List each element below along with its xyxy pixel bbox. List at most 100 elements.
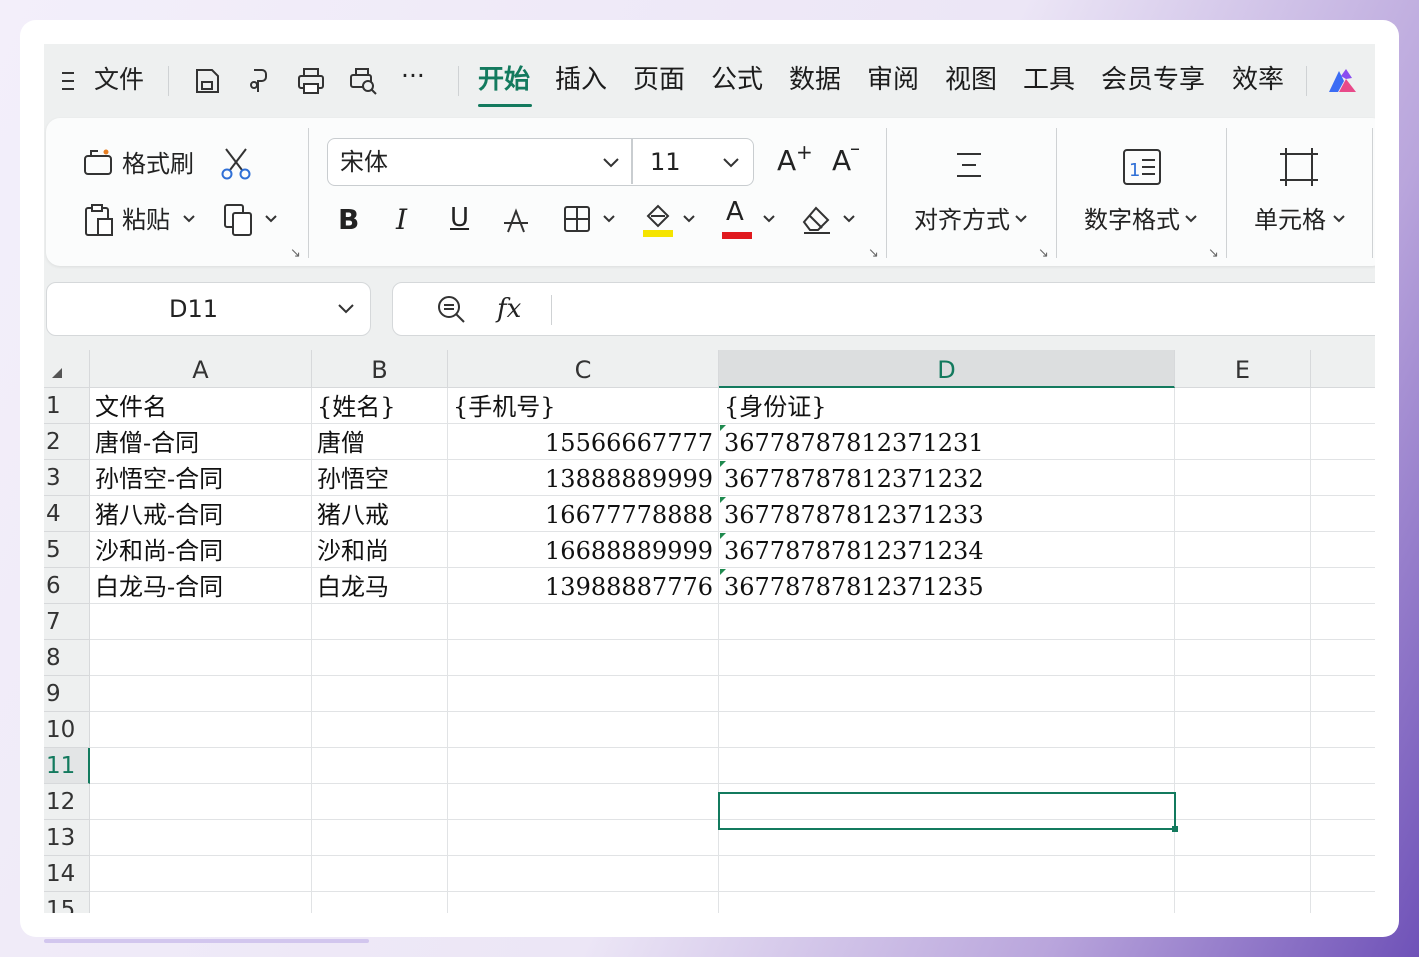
cell-e10[interactable] [1175, 712, 1311, 748]
cell-c13[interactable] [448, 820, 719, 856]
tab-home[interactable]: 开始 [478, 62, 530, 98]
cell-button[interactable]: 单元格 [1254, 204, 1326, 236]
tab-review[interactable]: 审阅 [867, 62, 919, 98]
cell-d4[interactable]: 36778787812371233 [719, 496, 1175, 532]
selected-cell-d11[interactable] [718, 792, 1176, 830]
column-header-d[interactable]: D [719, 350, 1175, 388]
select-all-corner[interactable] [44, 350, 90, 388]
cell-a3[interactable]: 孙悟空-合同 [90, 460, 312, 496]
cell-c11[interactable] [448, 748, 719, 784]
column-header-f[interactable] [1311, 350, 1375, 388]
cell-b4[interactable]: 猪八戒 [312, 496, 448, 532]
column-header-a[interactable]: A [90, 350, 312, 388]
cell-b9[interactable] [312, 676, 448, 712]
cell-e1[interactable] [1175, 388, 1311, 424]
row-header-6[interactable]: 6 [44, 568, 90, 604]
chevron-down-icon[interactable] [602, 214, 616, 224]
cell-f9[interactable] [1311, 676, 1375, 712]
tab-efficiency[interactable]: 效率 [1232, 62, 1284, 98]
cell-f8[interactable] [1311, 640, 1375, 676]
cell-a9[interactable] [90, 676, 312, 712]
cell-c2[interactable]: 15566667777 [448, 424, 719, 460]
cell-a14[interactable] [90, 856, 312, 892]
cell-b8[interactable] [312, 640, 448, 676]
paint-brush-icon[interactable] [244, 66, 274, 96]
chevron-down-icon[interactable] [337, 303, 355, 315]
cell-e4[interactable] [1175, 496, 1311, 532]
dialog-launcher-icon[interactable]: ↘ [868, 246, 879, 261]
row-header-3[interactable]: 3 [44, 460, 90, 496]
fill-color-icon[interactable] [642, 200, 674, 238]
cell-icon[interactable] [1278, 146, 1320, 188]
hamburger-menu-icon[interactable] [58, 66, 88, 96]
dialog-launcher-icon[interactable]: ↘ [1038, 246, 1049, 261]
tab-insert[interactable]: 插入 [555, 62, 607, 98]
cell-c6[interactable]: 13988887776 [448, 568, 719, 604]
number-format-button[interactable]: 数字格式 [1084, 204, 1180, 236]
insert-function-button[interactable]: fx [497, 293, 521, 325]
cell-e9[interactable] [1175, 676, 1311, 712]
chevron-down-icon[interactable] [602, 157, 620, 169]
cell-d1[interactable]: {身份证} [719, 388, 1175, 424]
cell-a11[interactable] [90, 748, 312, 784]
cell-b14[interactable] [312, 856, 448, 892]
chevron-down-icon[interactable] [762, 214, 776, 224]
cell-e5[interactable] [1175, 532, 1311, 568]
cell-b12[interactable] [312, 784, 448, 820]
cell-a15[interactable] [90, 892, 312, 913]
cell-b11[interactable] [312, 748, 448, 784]
cell-c12[interactable] [448, 784, 719, 820]
row-header-13[interactable]: 13 [44, 820, 90, 856]
name-box[interactable]: D11 [46, 282, 371, 336]
chevron-down-icon[interactable] [1014, 214, 1028, 224]
chevron-down-icon[interactable] [682, 214, 696, 224]
cell-c3[interactable]: 13888889999 [448, 460, 719, 496]
cell-e12[interactable] [1175, 784, 1311, 820]
dialog-launcher-icon[interactable]: ↘ [290, 246, 301, 261]
cell-f3[interactable] [1311, 460, 1375, 496]
cell-d10[interactable] [719, 712, 1175, 748]
row-header-4[interactable]: 4 [44, 496, 90, 532]
cell-a8[interactable] [90, 640, 312, 676]
cell-c7[interactable] [448, 604, 719, 640]
chevron-down-icon[interactable] [1332, 214, 1346, 224]
row-header-1[interactable]: 1 [44, 388, 90, 424]
cell-e14[interactable] [1175, 856, 1311, 892]
cell-a12[interactable] [90, 784, 312, 820]
cell-d5[interactable]: 36778787812371234 [719, 532, 1175, 568]
borders-icon[interactable] [562, 204, 592, 234]
cell-d8[interactable] [719, 640, 1175, 676]
cell-d2[interactable]: 36778787812371231 [719, 424, 1175, 460]
tab-formula[interactable]: 公式 [711, 62, 763, 98]
cell-c5[interactable]: 16688889999 [448, 532, 719, 568]
cell-f10[interactable] [1311, 712, 1375, 748]
increase-font-button[interactable]: A [777, 145, 796, 177]
cell-e11[interactable] [1175, 748, 1311, 784]
tab-tools[interactable]: 工具 [1023, 62, 1075, 98]
row-header-2[interactable]: 2 [44, 424, 90, 460]
print-icon[interactable] [296, 66, 326, 96]
horizontal-scroll-indicator[interactable] [44, 939, 369, 943]
cell-f4[interactable] [1311, 496, 1375, 532]
column-header-c[interactable]: C [448, 350, 719, 388]
row-header-7[interactable]: 7 [44, 604, 90, 640]
paste-label[interactable]: 粘贴 [122, 204, 170, 236]
row-header-8[interactable]: 8 [44, 640, 90, 676]
cell-b15[interactable] [312, 892, 448, 913]
print-preview-icon[interactable] [348, 66, 378, 96]
cell-d3[interactable]: 36778787812371232 [719, 460, 1175, 496]
italic-button[interactable]: I [396, 204, 407, 236]
cell-c10[interactable] [448, 712, 719, 748]
cell-d6[interactable]: 36778787812371235 [719, 568, 1175, 604]
row-header-11[interactable]: 11 [44, 748, 90, 784]
cell-a1[interactable]: 文件名 [90, 388, 312, 424]
cell-a6[interactable]: 白龙马-合同 [90, 568, 312, 604]
cell-d7[interactable] [719, 604, 1175, 640]
cell-b5[interactable]: 沙和尚 [312, 532, 448, 568]
chevron-down-icon[interactable] [722, 157, 740, 169]
cell-c14[interactable] [448, 856, 719, 892]
eraser-icon[interactable] [800, 202, 834, 236]
format-painter-label[interactable]: 格式刷 [122, 148, 194, 180]
copy-icon[interactable] [222, 202, 258, 238]
cell-a4[interactable]: 猪八戒-合同 [90, 496, 312, 532]
